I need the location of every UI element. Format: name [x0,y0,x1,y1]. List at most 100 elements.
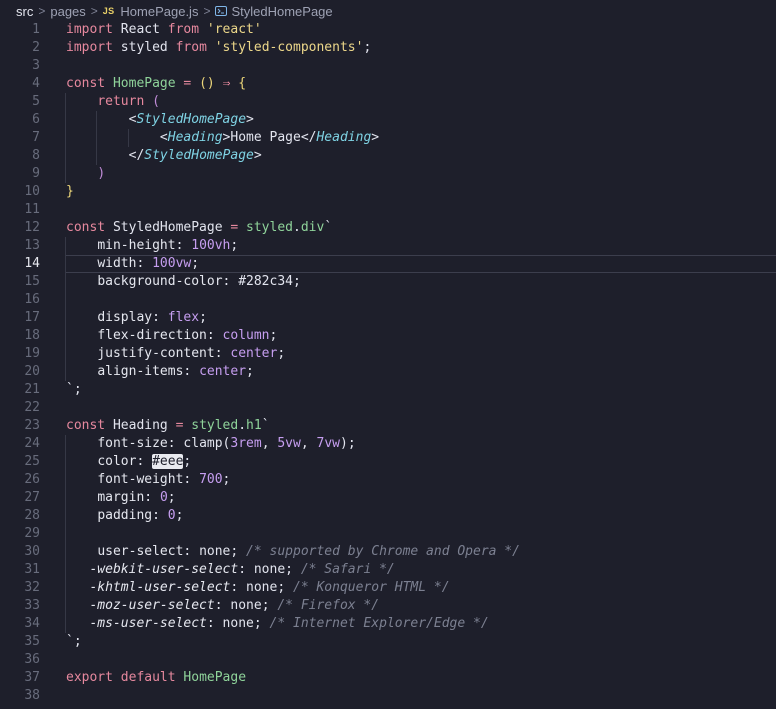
code-token: : [206,328,223,343]
code-line[interactable]: 14 width: 100vw; [0,255,776,273]
code-line[interactable]: 13 min-height: 100vh; [0,237,776,255]
code-line[interactable]: 21 `; [0,381,776,399]
code-line[interactable]: 10} [0,183,776,201]
code-line[interactable]: 1 import React from 'react' [0,21,776,39]
code-line[interactable]: 7 <Heading>Home Page</Heading> [0,129,776,147]
code-token: React [112,22,168,37]
line-number: 19 [24,346,40,361]
code-line[interactable]: 33 -moz-user-select: none; /* Firefox */ [0,597,776,615]
code-token: clamp( [183,436,231,451]
code-line[interactable]: 11 [0,201,776,219]
code-line[interactable]: 30 user-select: none; /* supported by Ch… [0,543,776,561]
code-line[interactable]: 25 color: #eee; [0,453,776,471]
code-line[interactable]: 6 <StyledHomePage> [0,111,776,129]
code-line[interactable]: 37 export default HomePage [0,669,776,687]
code-token: > [253,148,262,163]
line-number: 12 [24,220,40,235]
line-number: 29 [24,526,40,541]
line-number: 27 [24,490,40,505]
code-token: -ms-user-select [89,616,207,631]
line-number: 26 [24,472,40,487]
code-token: -khtml-user-select [89,580,231,595]
code-line[interactable]: 12 const StyledHomePage = styled.div` [0,219,776,237]
code-token: ; [285,562,301,577]
code-editor[interactable]: 1 import React from 'react' 2 import styled… [0,21,776,705]
code-line[interactable]: 22 [0,399,776,417]
code-text: const HomePage = () ⇒ { [66,75,246,93]
breadcrumb-label: pages [50,3,86,19]
line-number: 21 [24,382,40,397]
code-line[interactable]: 19 justify-content: center; [0,345,776,363]
indent-guide [65,291,67,309]
breadcrumb-item-src[interactable]: src [16,4,33,19]
code-line[interactable]: 8 </StyledHomePage> [0,147,776,165]
code-line[interactable]: 36 [0,651,776,669]
line-number: 7 [32,130,40,145]
code-line[interactable]: 34 -ms-user-select: none; /* Internet Ex… [0,615,776,633]
code-line[interactable]: 35 `; [0,633,776,651]
line-number: 11 [24,202,40,217]
code-text: -webkit-user-select: none; /* Safari */ [66,561,394,579]
code-line[interactable]: 18 flex-direction: column; [0,327,776,345]
code-line[interactable]: 17 display: flex; [0,309,776,327]
line-number: 25 [24,454,40,469]
code-text: background-color: #282c34; [66,273,301,291]
line-number: 2 [32,40,40,55]
line-number: 3 [32,58,40,73]
code-token: 700 [199,472,223,487]
code-line[interactable]: 5 return ( [0,93,776,111]
breadcrumb-item-pages[interactable]: pages [50,4,85,19]
code-line[interactable]: 27 margin: 0; [0,489,776,507]
code-text: `; [66,633,82,651]
code-token: h1 [246,418,262,433]
code-line[interactable]: 32 -khtml-user-select: none; /* Konquero… [0,579,776,597]
code-line[interactable]: 24 font-size: clamp(3rem, 5vw, 7vw); [0,435,776,453]
code-token: ( [152,94,160,109]
code-line[interactable]: 16 [0,291,776,309]
code-token: : [183,364,200,379]
code-text: `; [66,381,82,399]
code-line[interactable]: 31 -webkit-user-select: none; /* Safari … [0,561,776,579]
code-token: Heading [105,418,176,433]
code-token: 'styled-components' [214,40,364,55]
code-text: padding: 0; [66,507,183,525]
code-token: font-weight [97,472,184,487]
code-line[interactable]: 9 ) [0,165,776,183]
code-token: from [167,22,200,37]
code-token: styled [191,418,239,433]
line-number: 34 [24,616,40,631]
code-line[interactable]: 2 import styled from 'styled-components'; [0,39,776,57]
code-token: : [222,274,239,289]
code-token: . [238,418,247,433]
code-line[interactable]: 23 const Heading = styled.h1` [0,417,776,435]
variable-symbol-icon [215,6,228,16]
code-token: ` [324,220,333,235]
line-number: 36 [24,652,40,667]
code-line[interactable]: 3 [0,57,776,75]
code-token: ; [183,454,192,469]
code-line[interactable]: 29 [0,525,776,543]
code-token: none [199,544,231,559]
breadcrumb-item-symbol[interactable]: StyledHomePage [215,4,333,19]
line-number: 15 [24,274,40,289]
code-token: 100vw [152,256,192,271]
code-token: #eee [152,454,184,469]
breadcrumb-item-file[interactable]: JS HomePage.js [103,4,199,19]
code-line[interactable]: 15 background-color: #282c34; [0,273,776,291]
code-token: `; [66,382,82,397]
line-number: 1 [32,22,40,37]
code-line[interactable]: 4 const HomePage = () ⇒ { [0,75,776,93]
code-text: font-weight: 700; [66,471,230,489]
code-line[interactable]: 20 align-items: center; [0,363,776,381]
code-token: /* Internet Explorer/Edge */ [269,616,489,631]
code-line[interactable]: 26 font-weight: 700; [0,471,776,489]
code-line[interactable]: 38 [0,687,776,705]
code-line[interactable]: 28 padding: 0; [0,507,776,525]
code-token: default [120,670,176,685]
line-number: 10 [24,184,40,199]
